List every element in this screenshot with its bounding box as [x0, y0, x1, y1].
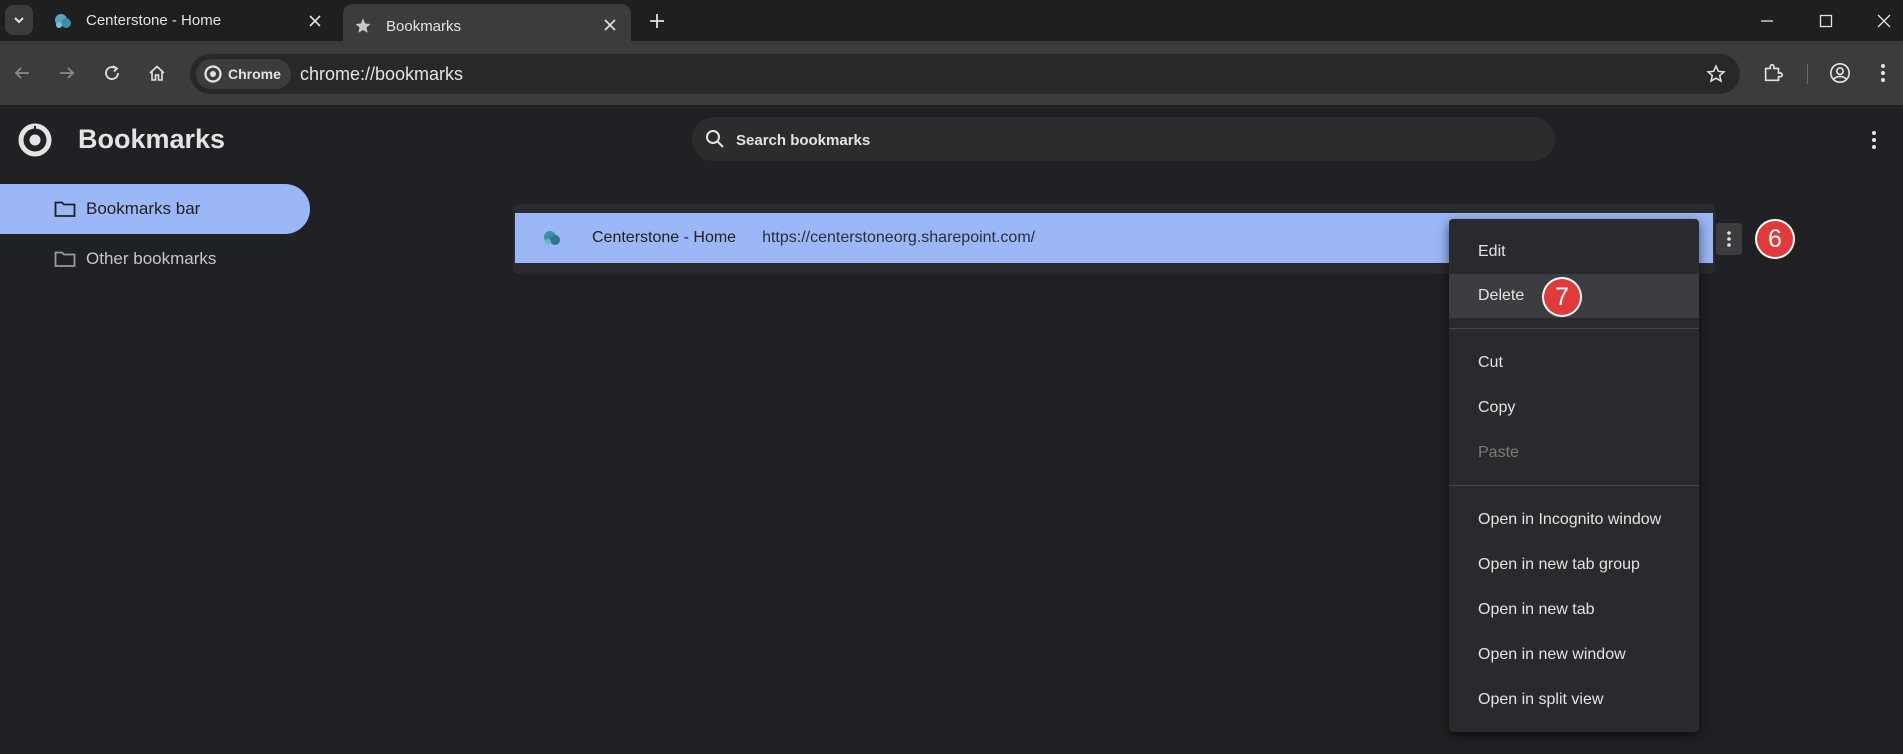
- tab-search-button[interactable]: [5, 5, 33, 35]
- url-text[interactable]: chrome://bookmarks: [300, 64, 463, 85]
- sharepoint-favicon-icon: [544, 231, 560, 245]
- page-title: Bookmarks: [78, 124, 226, 154]
- bookmark-title: Centerstone - Home: [592, 229, 737, 246]
- sidebar-item-other-bookmarks[interactable]: Other bookmarks: [0, 234, 310, 284]
- more-vert-icon: [1872, 131, 1876, 149]
- menu-separator: [1449, 485, 1699, 486]
- bookmark-more-actions-button[interactable]: [1716, 223, 1742, 255]
- search-input[interactable]: [734, 117, 1518, 163]
- arrow-left-icon: [14, 67, 29, 79]
- chevron-down-icon: [14, 17, 24, 24]
- more-vert-icon: [1881, 64, 1885, 82]
- browser-toolbar: Chrome chrome://bookmarks: [0, 41, 1903, 105]
- menu-item-edit[interactable]: Edit: [1449, 230, 1699, 274]
- sidebar-item-bookmarks-bar[interactable]: Bookmarks bar: [0, 184, 310, 234]
- menu-item-open-new-tab[interactable]: Open in new tab: [1449, 588, 1699, 632]
- home-icon: [149, 65, 165, 81]
- menu-item-open-split-view[interactable]: Open in split view: [1449, 678, 1699, 722]
- chrome-logo-icon: [204, 65, 222, 83]
- profile-button[interactable]: [1824, 57, 1856, 89]
- chrome-site-chip[interactable]: Chrome: [196, 59, 291, 89]
- browser-menu-button[interactable]: [1867, 57, 1899, 89]
- plus-icon: [650, 14, 664, 28]
- minimize-button[interactable]: [1742, 0, 1792, 41]
- account-icon: [1830, 63, 1850, 83]
- tab-strip: Centerstone - Home Bookmarks: [0, 0, 1903, 48]
- maximize-icon: [1819, 14, 1833, 27]
- arrow-right-icon: [60, 67, 75, 79]
- maximize-button[interactable]: [1801, 0, 1851, 41]
- forward-button[interactable]: [51, 57, 83, 89]
- step-badge-7: 7: [1542, 277, 1582, 317]
- menu-item-open-incognito[interactable]: Open in Incognito window: [1449, 498, 1699, 542]
- extensions-button[interactable]: [1757, 57, 1789, 89]
- reload-button[interactable]: [96, 57, 128, 89]
- sidebar-item-label: Bookmarks bar: [86, 199, 201, 218]
- reload-icon: [105, 65, 119, 80]
- puzzle-icon: [1764, 63, 1783, 82]
- minimize-icon: [1761, 19, 1773, 22]
- menu-item-cut[interactable]: Cut: [1449, 341, 1699, 385]
- address-bar[interactable]: Chrome chrome://bookmarks: [190, 54, 1740, 94]
- menu-item-open-new-tab-group[interactable]: Open in new tab group: [1449, 543, 1699, 587]
- menu-item-paste: Paste: [1478, 444, 1519, 461]
- bookmark-url: https://centerstoneorg.sharepoint.com/: [762, 229, 1036, 246]
- back-button[interactable]: [6, 57, 38, 89]
- menu-separator: [1449, 328, 1699, 329]
- folder-icon: [54, 251, 76, 267]
- toolbar-divider: [1807, 64, 1808, 84]
- chrome-logo-icon: [18, 123, 52, 157]
- folder-icon: [54, 201, 76, 217]
- close-window-button[interactable]: [1859, 0, 1903, 41]
- star-icon: [353, 16, 373, 36]
- new-tab-button[interactable]: [645, 9, 669, 33]
- close-tab-icon[interactable]: [306, 12, 324, 30]
- search-icon: [706, 130, 724, 148]
- sidebar-item-label: Other bookmarks: [86, 249, 217, 268]
- sharepoint-favicon-icon: [53, 11, 73, 31]
- step-badge-6: 6: [1755, 219, 1795, 259]
- tab-title: Centerstone - Home: [86, 12, 222, 29]
- organize-menu-button[interactable]: [1860, 126, 1888, 154]
- more-vert-icon: [1727, 231, 1731, 247]
- tab-centerstone[interactable]: Centerstone - Home: [41, 0, 336, 41]
- close-icon: [1877, 14, 1891, 27]
- bookmark-star-icon[interactable]: [1704, 62, 1728, 86]
- menu-item-open-new-window[interactable]: Open in new window: [1449, 633, 1699, 677]
- home-button[interactable]: [141, 57, 173, 89]
- menu-item-copy[interactable]: Copy: [1449, 386, 1699, 430]
- close-tab-icon[interactable]: [601, 16, 619, 34]
- chip-label: Chrome: [228, 66, 281, 82]
- search-bookmarks-box[interactable]: [692, 117, 1555, 163]
- tab-title: Bookmarks: [386, 17, 462, 35]
